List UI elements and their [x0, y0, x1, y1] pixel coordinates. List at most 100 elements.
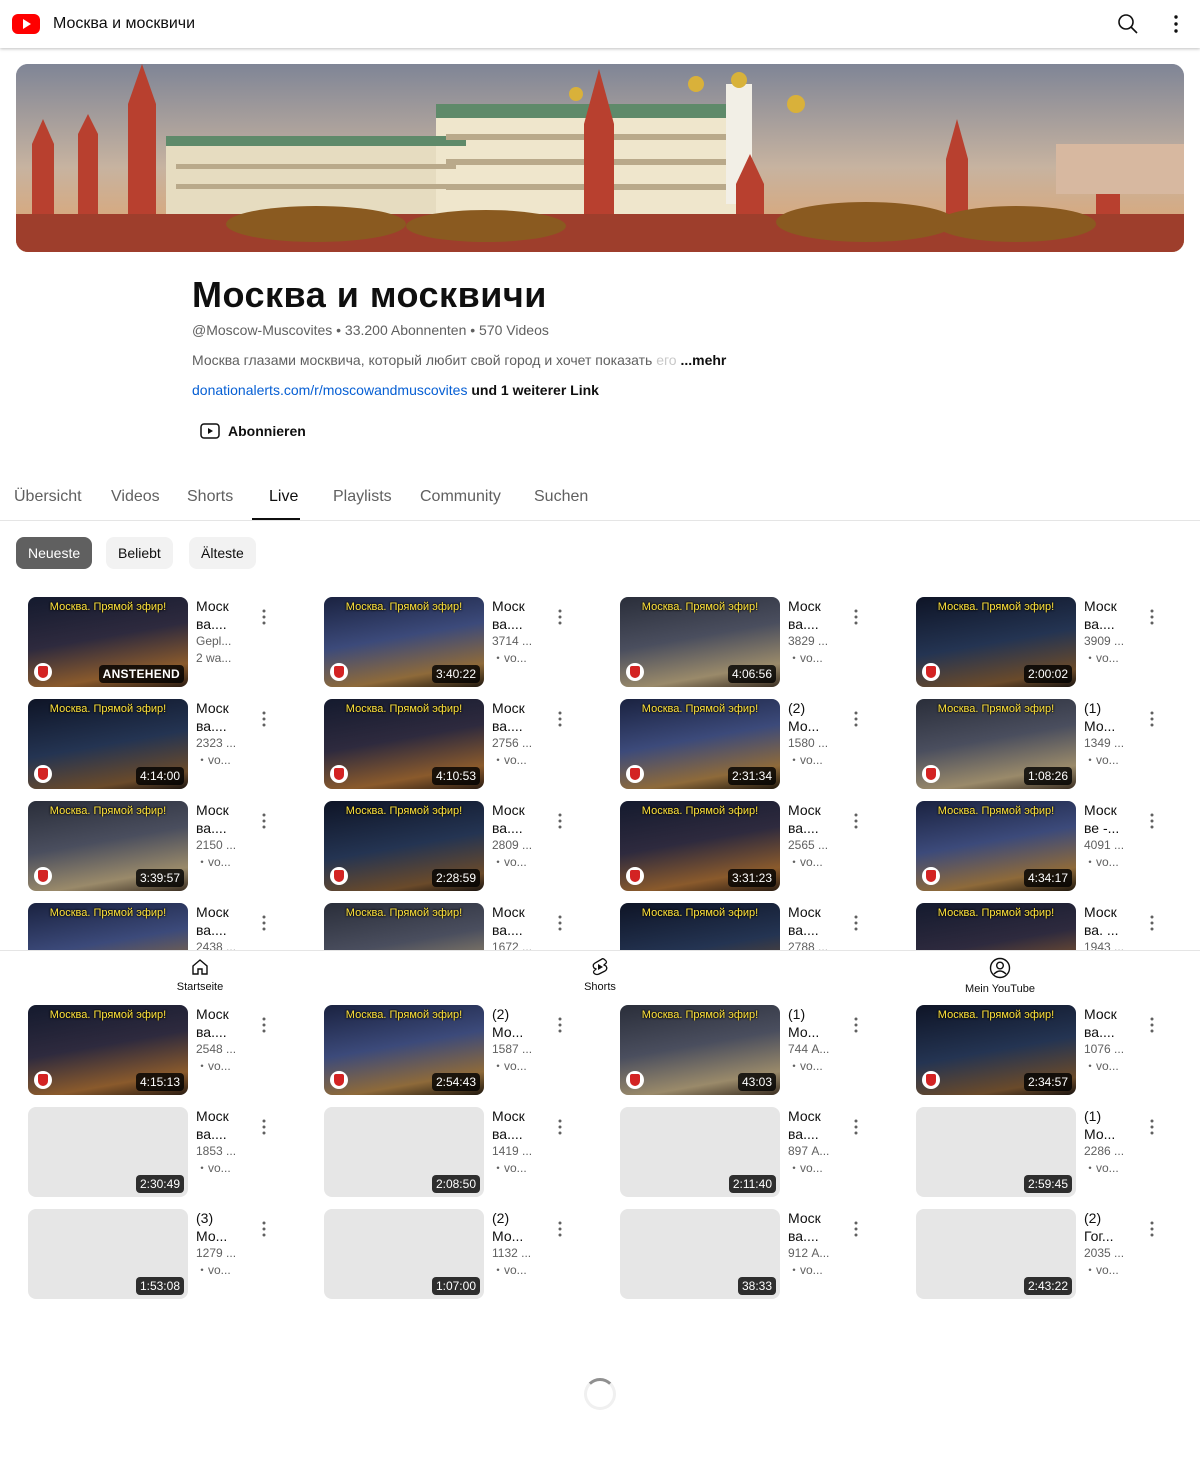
video-thumbnail[interactable]: Москва. Прямой эфир! 3:40:22 [324, 597, 484, 687]
more-vert-icon[interactable] [1144, 913, 1160, 933]
more-vert-icon[interactable] [256, 709, 272, 729]
tab-playlists[interactable]: Playlists [333, 488, 392, 506]
video-card[interactable]: Москва. Прямой эфир! 3:31:23 Моск ва.... 256… [620, 801, 900, 893]
tab-community[interactable]: Community [420, 488, 501, 506]
more-vert-icon[interactable] [552, 1015, 568, 1035]
more-vert-icon[interactable] [848, 811, 864, 831]
video-title[interactable]: Моск ва.... [196, 903, 242, 939]
more-vert-icon[interactable] [848, 607, 864, 627]
video-thumbnail[interactable]: 38:33 [620, 1209, 780, 1299]
video-title[interactable]: Моск ва.... [788, 1209, 834, 1245]
video-thumbnail[interactable]: Москва. Прямой эфир! 4:06:56 [620, 597, 780, 687]
video-card[interactable]: Москва. Прямой эфир! 2:54:43 (2) Мо... 1587 … [324, 1005, 604, 1097]
video-title[interactable]: Моск ва.... [196, 1107, 242, 1143]
video-thumbnail[interactable]: Москва. Прямой эфир! 43:03 [620, 1005, 780, 1095]
nav-shorts[interactable]: Shorts [540, 957, 660, 993]
nav-my-youtube[interactable]: Mein YouTube [940, 957, 1060, 995]
video-card[interactable]: Москва. Прямой эфир! 4:15:13 Моск ва.... 254… [28, 1005, 308, 1097]
video-card[interactable]: 2:30:49 Моск ва.... 1853 ... ・vo... [28, 1107, 308, 1199]
more-vert-icon[interactable] [1164, 12, 1188, 36]
video-title[interactable]: Моск ва.... [492, 1107, 538, 1143]
video-thumbnail[interactable]: 2:11:40 [620, 1107, 780, 1197]
video-card[interactable]: 1:07:00 (2) Мо... 1132 ... ・vo... [324, 1209, 604, 1301]
more-vert-icon[interactable] [256, 1015, 272, 1035]
video-title[interactable]: (2) Гог... [1084, 1209, 1130, 1245]
video-card[interactable]: 1:53:08 (3) Мо... 1279 ... ・vo... [28, 1209, 308, 1301]
video-card[interactable]: Москва. Прямой эфир! 2:28:59 Моск ва.... 280… [324, 801, 604, 893]
video-thumbnail[interactable]: 1:07:00 [324, 1209, 484, 1299]
video-thumbnail[interactable]: Москва. Прямой эфир! 3:39:57 [28, 801, 188, 891]
video-card[interactable]: Москва. Прямой эфир! 4:14:00 Моск ва.... 232… [28, 699, 308, 791]
video-thumbnail[interactable]: 2:08:50 [324, 1107, 484, 1197]
subscribe-button[interactable]: Abonnieren [200, 418, 306, 444]
more-vert-icon[interactable] [552, 1219, 568, 1239]
more-vert-icon[interactable] [552, 811, 568, 831]
tab-live[interactable]: Live [269, 488, 298, 506]
video-title[interactable]: Моск ва.... [492, 699, 538, 735]
video-thumbnail[interactable]: Москва. Прямой эфир! 4:14:00 [28, 699, 188, 789]
youtube-logo-icon[interactable] [12, 14, 40, 34]
video-title[interactable]: (3) Мо... [196, 1209, 242, 1245]
more-vert-icon[interactable] [552, 1117, 568, 1137]
more-vert-icon[interactable] [256, 1117, 272, 1137]
tab-overview[interactable]: Übersicht [14, 488, 82, 506]
video-card[interactable]: 2:08:50 Моск ва.... 1419 ... ・vo... [324, 1107, 604, 1199]
more-links-link[interactable]: und 1 weiterer Link [467, 382, 599, 398]
video-thumbnail[interactable]: Москва. Прямой эфир! 2:28:59 [324, 801, 484, 891]
more-vert-icon[interactable] [1144, 607, 1160, 627]
video-thumbnail[interactable]: Москва. Прямой эфир! 4:34:17 [916, 801, 1076, 891]
video-title[interactable]: Моск ва. ... [1084, 903, 1130, 939]
more-vert-icon[interactable] [848, 913, 864, 933]
tab-shorts[interactable]: Shorts [187, 488, 233, 506]
video-title[interactable]: Моск ва.... [196, 699, 242, 735]
video-title[interactable]: Моск ва.... [492, 597, 538, 633]
video-thumbnail[interactable]: 2:59:45 [916, 1107, 1076, 1197]
more-vert-icon[interactable] [256, 913, 272, 933]
more-vert-icon[interactable] [256, 1219, 272, 1239]
video-card[interactable]: Москва. Прямой эфир! ANSTEHEND Моск ва.... G… [28, 597, 308, 689]
video-thumbnail[interactable]: Москва. Прямой эфир! 4:15:13 [28, 1005, 188, 1095]
more-vert-icon[interactable] [848, 1219, 864, 1239]
more-vert-icon[interactable] [848, 1015, 864, 1035]
more-vert-icon[interactable] [1144, 1219, 1160, 1239]
more-vert-icon[interactable] [848, 1117, 864, 1137]
video-title[interactable]: Моск ва.... [1084, 1005, 1130, 1041]
video-card[interactable]: 2:11:40 Моск ва.... 897 А... ・vo... [620, 1107, 900, 1199]
video-card[interactable]: Москва. Прямой эфир! 4:34:17 Моск ве -... 40… [916, 801, 1196, 893]
more-vert-icon[interactable] [848, 709, 864, 729]
video-card[interactable]: Москва. Прямой эфир! 2:34:57 Моск ва.... 107… [916, 1005, 1196, 1097]
video-thumbnail[interactable]: 1:53:08 [28, 1209, 188, 1299]
more-vert-icon[interactable] [256, 607, 272, 627]
video-card[interactable]: Москва. Прямой эфир! 4:06:56 Моск ва.... 382… [620, 597, 900, 689]
video-card[interactable]: Москва. Прямой эфир! 3:39:57 Моск ва.... 215… [28, 801, 308, 893]
video-title[interactable]: (1) Мо... [1084, 1107, 1130, 1143]
more-vert-icon[interactable] [552, 913, 568, 933]
video-card[interactable]: Москва. Прямой эфир! 3:40:22 Моск ва.... 371… [324, 597, 604, 689]
more-vert-icon[interactable] [552, 709, 568, 729]
video-title[interactable]: (1) Мо... [1084, 699, 1130, 735]
video-thumbnail[interactable]: 2:43:22 [916, 1209, 1076, 1299]
video-title[interactable]: (2) Мо... [492, 1005, 538, 1041]
video-title[interactable]: Моск ва.... [788, 1107, 834, 1143]
video-thumbnail[interactable]: Москва. Прямой эфир! 1:08:26 [916, 699, 1076, 789]
video-card[interactable]: 38:33 Моск ва.... 912 А... ・vo... [620, 1209, 900, 1301]
nav-home[interactable]: Startseite [140, 957, 260, 993]
more-vert-icon[interactable] [1144, 1117, 1160, 1137]
video-title[interactable]: Моск ве -... [1084, 801, 1130, 837]
video-title[interactable]: Моск ва.... [1084, 597, 1130, 633]
video-thumbnail[interactable]: Москва. Прямой эфир! 2:00:02 [916, 597, 1076, 687]
video-thumbnail[interactable]: Москва. Прямой эфир! ANSTEHEND [28, 597, 188, 687]
video-title[interactable]: Моск ва.... [788, 903, 834, 939]
donation-link[interactable]: donationalerts.com/r/moscowandmuscovites [192, 382, 467, 398]
channel-description[interactable]: Москва глазами москвича, который любит с… [192, 352, 726, 368]
video-thumbnail[interactable]: Москва. Прямой эфир! 4:10:53 [324, 699, 484, 789]
video-title[interactable]: (2) Мо... [492, 1209, 538, 1245]
video-card[interactable]: Москва. Прямой эфир! 2:00:02 Моск ва.... 390… [916, 597, 1196, 689]
more-vert-icon[interactable] [1144, 709, 1160, 729]
chip-oldest[interactable]: Älteste [189, 537, 256, 569]
more-vert-icon[interactable] [1144, 811, 1160, 831]
tab-videos[interactable]: Videos [111, 488, 160, 506]
video-thumbnail[interactable]: Москва. Прямой эфир! 3:31:23 [620, 801, 780, 891]
video-title[interactable]: Моск ва.... [196, 597, 242, 633]
video-card[interactable]: Москва. Прямой эфир! 43:03 (1) Мо... 744 А..… [620, 1005, 900, 1097]
